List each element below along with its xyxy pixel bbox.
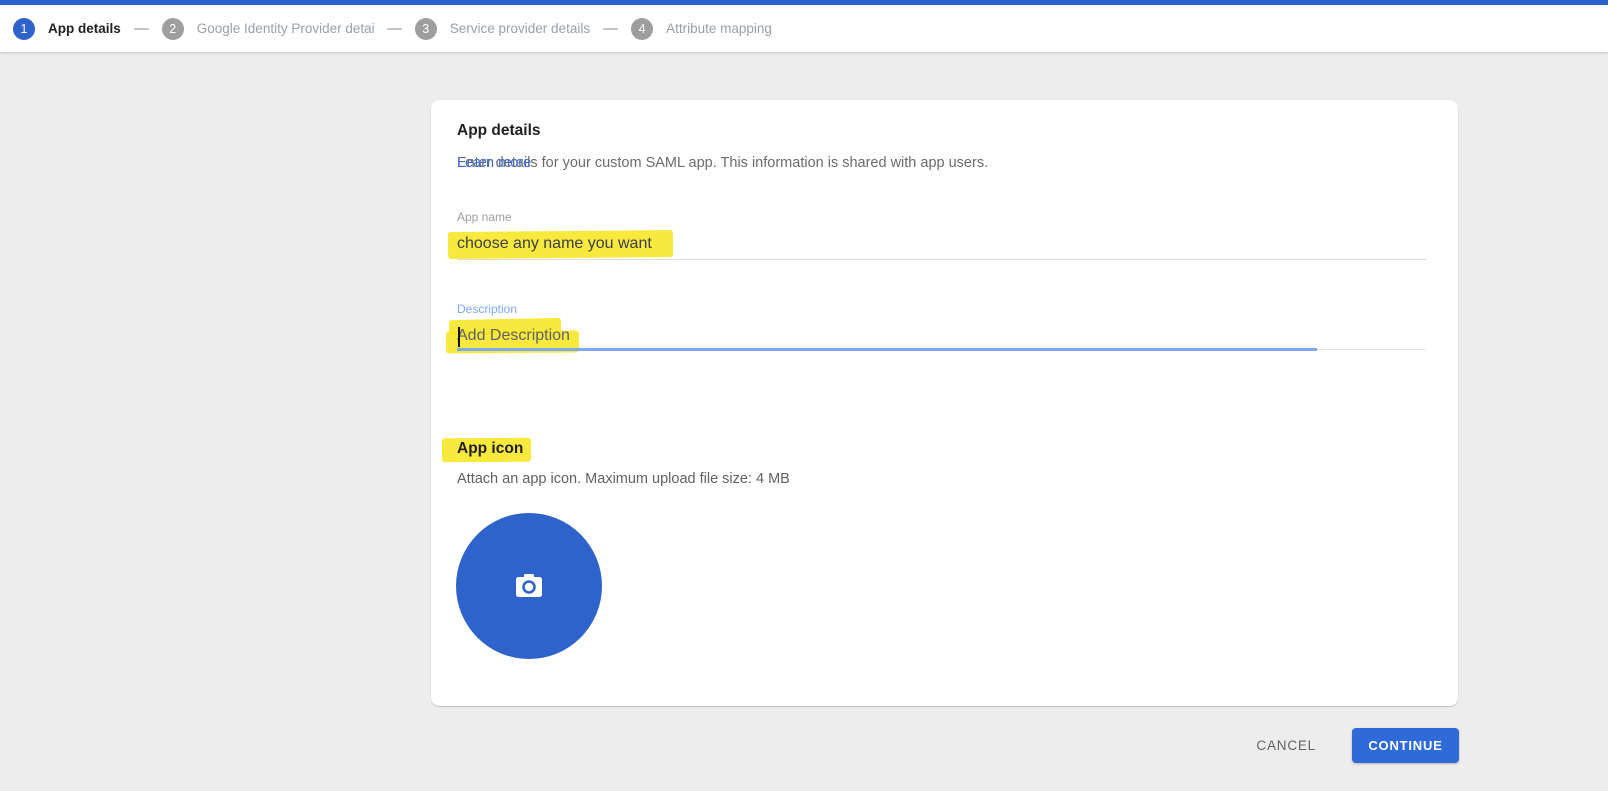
description-label: Description [457, 302, 517, 316]
step-attribute-mapping[interactable]: 4 Attribute mapping [631, 18, 772, 40]
camera-icon [512, 570, 546, 602]
wizard-footer-actions: CANCEL CONTINUE [1246, 728, 1459, 763]
step-3-circle: 3 [415, 18, 437, 40]
step-4-label: Attribute mapping [666, 21, 772, 36]
cancel-button[interactable]: CANCEL [1246, 730, 1326, 761]
description-value-text: Add Description [457, 327, 570, 345]
saml-app-wizard-page: { "colors": { "primary_blue": "#2d63cb",… [0, 0, 1608, 791]
description-input[interactable]: Add Description [457, 327, 460, 348]
app-name-label: App name [457, 210, 512, 224]
step-google-idp-details[interactable]: 2 Google Identity Provider details [162, 18, 374, 40]
continue-button[interactable]: CONTINUE [1352, 728, 1459, 763]
app-details-card: App details Enter details for your custo… [431, 100, 1458, 706]
subtitle-text: Enter details for your custom SAML app. … [457, 155, 988, 171]
card-title: App details [457, 122, 541, 140]
step-2-circle: 2 [162, 18, 184, 40]
app-icon-upload-button[interactable] [456, 513, 602, 659]
text-caret [458, 327, 460, 347]
app-name-underline [457, 259, 1426, 260]
app-icon-caption: Attach an app icon. Maximum upload file … [457, 471, 790, 487]
app-icon-heading: App icon [457, 440, 523, 458]
learn-more-link[interactable]: Learn more [457, 155, 531, 171]
step-connector [134, 28, 149, 30]
step-1-label: App details [48, 21, 121, 36]
step-3-label: Service provider details [450, 21, 590, 36]
step-4-circle: 4 [631, 18, 653, 40]
step-connector [387, 28, 402, 30]
step-service-provider-details[interactable]: 3 Service provider details [415, 18, 590, 40]
app-name-input[interactable]: choose any name you want [457, 235, 652, 253]
description-focus-underline [457, 348, 1317, 351]
step-connector [603, 28, 618, 30]
step-1-circle: 1 [13, 18, 35, 40]
wizard-stepper: 1 App details 2 Google Identity Provider… [0, 5, 1608, 52]
step-app-details[interactable]: 1 App details [13, 18, 121, 40]
step-2-label: Google Identity Provider details [197, 21, 374, 36]
